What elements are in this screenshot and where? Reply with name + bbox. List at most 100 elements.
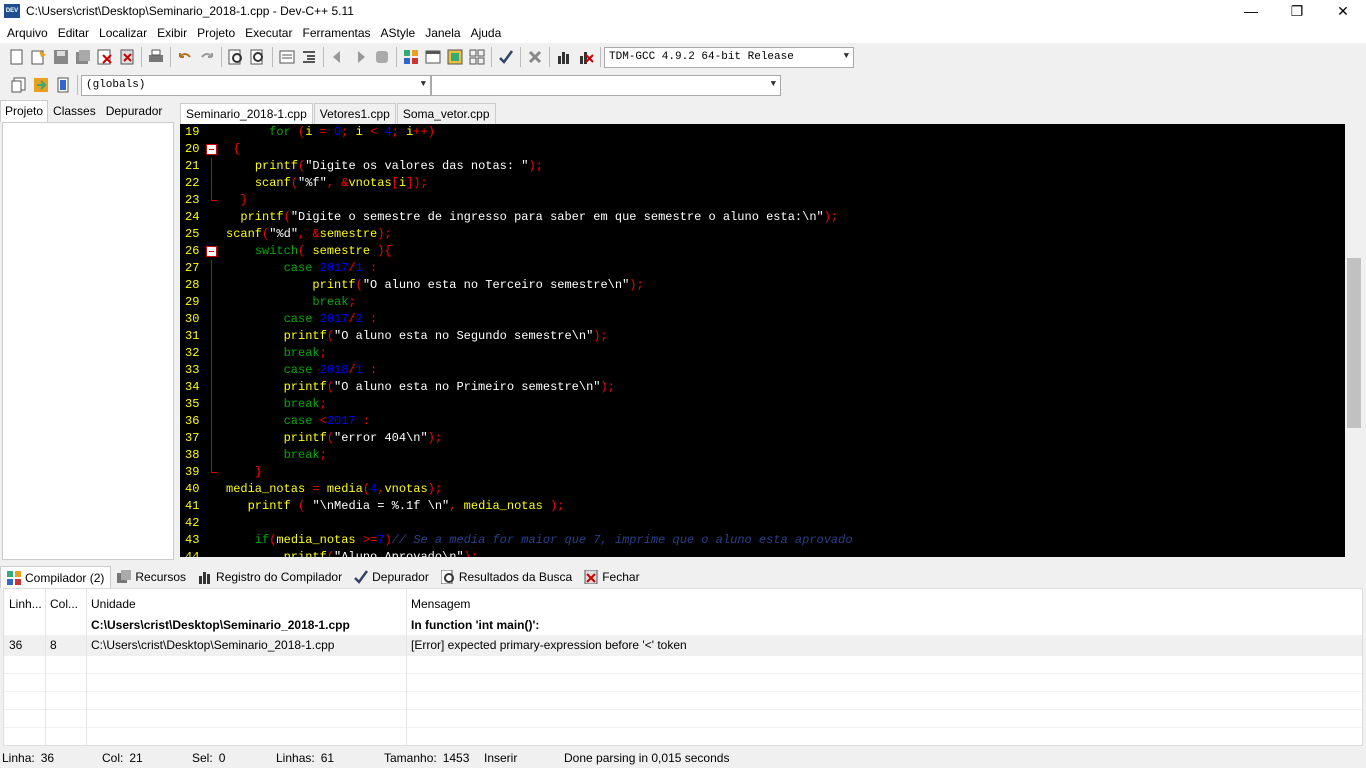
bookmark-prev-icon[interactable] (327, 46, 349, 68)
close-button[interactable]: ✕ (1320, 0, 1366, 22)
code-line[interactable]: 37 printf("error 404\n"); (180, 430, 1345, 447)
code-line[interactable]: 44 printf("Aluno Aprovado\n"); (180, 549, 1345, 557)
toolbar-separator (549, 47, 550, 67)
code-line[interactable]: 25 scanf("%d", &semestre); (180, 226, 1345, 243)
code-text: } (254, 465, 263, 479)
syntax-check-icon[interactable] (495, 46, 517, 68)
tab-fechar[interactable]: Fechar (578, 566, 645, 588)
scope-select[interactable]: (globals) ▼ (81, 74, 431, 96)
bookmark-next-icon[interactable] (349, 46, 371, 68)
code-line[interactable]: 43 if(media_notas >=7)// Se a media for … (180, 532, 1345, 549)
goto-line-icon[interactable] (276, 46, 298, 68)
save-icon[interactable] (50, 46, 72, 68)
menu-janela[interactable]: Janela (420, 26, 465, 40)
column-col[interactable]: Col... (45, 597, 86, 611)
project-panel[interactable] (2, 122, 174, 560)
code-line[interactable]: 28 printf("O aluno esta no Terceiro seme… (180, 277, 1345, 294)
code-line[interactable]: 31 printf("O aluno esta no Segundo semes… (180, 328, 1345, 345)
scrollbar-thumb[interactable] (1347, 258, 1361, 428)
code-line[interactable]: 26 switch( semestre ){ (180, 243, 1345, 260)
run-icon[interactable] (422, 46, 444, 68)
fold-collapse-icon[interactable] (206, 246, 217, 257)
menu-ferramentas[interactable]: Ferramentas (297, 26, 375, 40)
toggle-comment-icon[interactable] (371, 46, 393, 68)
column-line[interactable]: Linh... (4, 597, 45, 611)
print-icon[interactable] (145, 46, 167, 68)
profile-icon[interactable] (553, 46, 575, 68)
maximize-button[interactable]: ❐ (1274, 0, 1320, 22)
insert-icon[interactable] (8, 74, 30, 96)
menu-projeto[interactable]: Projeto (192, 26, 240, 40)
code-line[interactable]: 29 break; (180, 294, 1345, 311)
code-line[interactable]: 41 printf ( "\nMedia = %.1f \n", media_n… (180, 498, 1345, 515)
tab-soma-vetor[interactable]: Soma_vetor.cpp (396, 103, 496, 124)
code-line[interactable]: 42 (180, 515, 1345, 532)
delete-profile-icon[interactable] (575, 46, 597, 68)
compile-run-icon[interactable] (444, 46, 466, 68)
code-line[interactable]: 38 break; (180, 447, 1345, 464)
menu-editar[interactable]: Editar (53, 26, 94, 40)
new-file-icon[interactable] (6, 46, 28, 68)
indent-icon[interactable] (298, 46, 320, 68)
tab-registro-label: Registro do Compilador (216, 570, 343, 584)
goto-definition-icon[interactable] (52, 74, 74, 96)
code-line[interactable]: 22 scanf("%f", &vnotas[i]); (180, 175, 1345, 192)
minimize-button[interactable]: — (1228, 0, 1274, 22)
redo-icon[interactable] (196, 46, 218, 68)
code-line[interactable]: 34 printf("O aluno esta no Primeiro seme… (180, 379, 1345, 396)
menu-ajuda[interactable]: Ajuda (466, 26, 507, 40)
line-number: 40 (185, 482, 200, 496)
menu-astyle[interactable]: AStyle (376, 26, 421, 40)
code-line[interactable]: 30 case 2017/2 : (180, 311, 1345, 328)
tab-depurador-bottom[interactable]: Depurador (348, 566, 435, 588)
undo-icon[interactable] (174, 46, 196, 68)
symbol-select[interactable]: ▼ (431, 74, 781, 96)
code-line[interactable]: 23 } (180, 192, 1345, 209)
tab-vetores1[interactable]: Vetores1.cpp (313, 103, 396, 124)
menu-arquivo[interactable]: Arquivo (2, 26, 53, 40)
rebuild-icon[interactable] (466, 46, 488, 68)
message-row[interactable]: 36 8 C:\Users\crist\Desktop\Seminario_20… (4, 635, 1362, 655)
close-all-icon[interactable] (116, 46, 138, 68)
code-line[interactable]: 40 media_notas = media(4,vnotas); (180, 481, 1345, 498)
code-editor[interactable]: 19 for (i = 0; i < 4; i++) 20 {21 printf(… (180, 124, 1363, 557)
fold-collapse-icon[interactable] (206, 144, 217, 155)
code-line[interactable]: 21 printf("Digite os valores das notas: … (180, 158, 1345, 175)
tab-recursos[interactable]: Recursos (111, 566, 192, 588)
find-icon[interactable] (225, 46, 247, 68)
code-line[interactable]: 20 { (180, 141, 1345, 158)
tab-projeto[interactable]: Projeto (0, 100, 49, 122)
message-row[interactable]: C:\Users\crist\Desktop\Seminario_2018-1.… (4, 615, 1362, 635)
tab-registro[interactable]: Registro do Compilador (192, 566, 348, 588)
tab-compilador[interactable]: Compilador (2) (0, 566, 112, 588)
app-icon: DEV (4, 4, 20, 18)
code-line[interactable]: 19 for (i = 0; i < 4; i++) (180, 124, 1345, 141)
compiler-select[interactable]: TDM-GCC 4.9.2 64-bit Release ▼ (604, 46, 854, 68)
code-line[interactable]: 27 case 2017/1 : (180, 260, 1345, 277)
menu-executar[interactable]: Executar (240, 26, 297, 40)
tab-resultados[interactable]: Resultados da Busca (435, 566, 578, 588)
editor-scrollbar[interactable] (1345, 124, 1363, 557)
code-line[interactable]: 35 break; (180, 396, 1345, 413)
stop-icon[interactable] (524, 46, 546, 68)
open-file-icon[interactable] (28, 46, 50, 68)
code-line[interactable]: 39 } (180, 464, 1345, 481)
menu-localizar[interactable]: Localizar (94, 26, 152, 40)
code-line[interactable]: 32 break; (180, 345, 1345, 362)
code-line[interactable]: 33 case 2018/1 : (180, 362, 1345, 379)
tab-seminario[interactable]: Seminario_2018-1.cpp (180, 103, 313, 124)
column-unit[interactable]: Unidade (86, 597, 406, 611)
tab-depurador[interactable]: Depurador (101, 100, 168, 122)
compile-icon[interactable] (400, 46, 422, 68)
save-all-icon[interactable] (72, 46, 94, 68)
close-file-icon[interactable] (94, 46, 116, 68)
status-size-label: Tamanho: (384, 751, 437, 765)
compiler-messages[interactable]: Linh... Col... Unidade Mensagem C:\Users… (3, 588, 1363, 746)
goto-declaration-icon[interactable] (30, 74, 52, 96)
menu-exibir[interactable]: Exibir (152, 26, 192, 40)
tab-classes[interactable]: Classes (48, 100, 101, 122)
code-line[interactable]: 24 printf("Digite o semestre de ingresso… (180, 209, 1345, 226)
replace-icon[interactable] (247, 46, 269, 68)
column-message[interactable]: Mensagem (406, 597, 1356, 611)
code-line[interactable]: 36 case <2017 : (180, 413, 1345, 430)
